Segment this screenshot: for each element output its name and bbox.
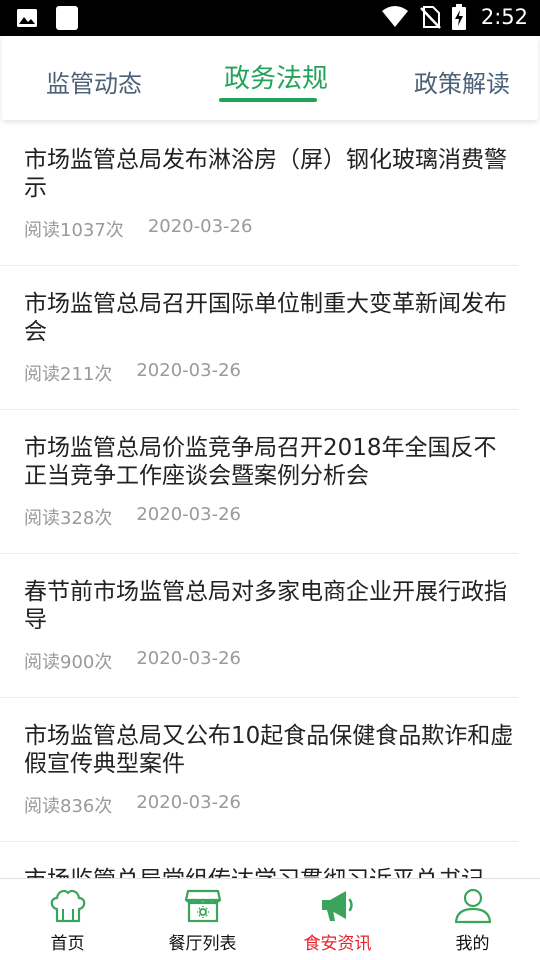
tab-government-regulations[interactable]: 政务法规 (224, 58, 328, 95)
news-meta: 阅读836次 2020-03-26 (24, 792, 241, 818)
category-tabs: 监管动态 政务法规 政策解读 (2, 36, 538, 120)
image-icon (17, 9, 37, 27)
publish-date: 2020-03-26 (136, 360, 241, 381)
status-time: 2:52 (480, 5, 528, 29)
news-title: 市场监管总局发布淋浴房（屏）钢化玻璃消费警示 (24, 147, 507, 201)
nav-food-safety-news[interactable]: 食安资讯 (270, 879, 405, 960)
news-title: 市场监管总局价监竞争局召开2018年全国反不正当竞争工作座谈会暨案例分析会 (24, 435, 497, 489)
news-meta: 阅读211次 2020-03-26 (24, 360, 241, 386)
nav-profile[interactable]: 我的 (405, 879, 540, 960)
news-title: 春节前市场监管总局对多家电商企业开展行政指导 (24, 579, 507, 633)
news-item[interactable]: 春节前市场监管总局对多家电商企业开展行政指导 阅读900次 2020-03-26 (0, 554, 540, 698)
no-sim-icon (419, 6, 441, 29)
news-title: 市场监管总局又公布10起食品保健食品欺诈和虚假宣传典型案件 (24, 723, 514, 777)
nav-label: 我的 (455, 934, 490, 954)
megaphone-icon (321, 891, 353, 921)
read-count: 阅读836次 (24, 796, 113, 817)
tab-policy-interpretation[interactable]: 政策解读 (414, 64, 510, 99)
news-list: 市场监管总局发布淋浴房（屏）钢化玻璃消费警示 阅读1037次 2020-03-2… (0, 122, 540, 878)
news-item[interactable]: 市场监管总局党组传达学习贯彻习近平总书记 (0, 842, 540, 878)
nav-home[interactable]: 首页 (0, 879, 135, 960)
read-count: 阅读211次 (24, 364, 113, 385)
chef-hat-icon (50, 889, 85, 923)
news-title: 市场监管总局召开国际单位制重大变革新闻发布会 (24, 291, 507, 345)
status-bar: 2:52 (0, 0, 540, 36)
read-count: 阅读900次 (24, 652, 113, 673)
user-icon (454, 888, 491, 924)
read-count: 阅读1037次 (24, 220, 124, 241)
read-count: 阅读328次 (24, 508, 113, 529)
publish-date: 2020-03-26 (136, 792, 241, 813)
news-item[interactable]: 市场监管总局又公布10起食品保健食品欺诈和虚假宣传典型案件 阅读836次 202… (0, 698, 540, 842)
news-meta: 阅读1037次 2020-03-26 (24, 216, 252, 242)
news-meta: 阅读900次 2020-03-26 (24, 648, 241, 674)
news-title: 市场监管总局党组传达学习贯彻习近平总书记 (24, 866, 516, 878)
nav-label: 首页 (50, 934, 85, 954)
active-tab-indicator (219, 98, 317, 102)
nav-restaurant-list[interactable]: 餐厅列表 (135, 879, 270, 960)
battery-charging-icon (451, 4, 466, 30)
publish-date: 2020-03-26 (136, 648, 241, 669)
publish-date: 2020-03-26 (147, 216, 253, 237)
nav-label: 食安资讯 (303, 934, 372, 954)
restaurant-store-icon (184, 889, 221, 923)
nav-label: 餐厅列表 (168, 934, 237, 954)
publish-date: 2020-03-26 (136, 504, 241, 525)
tab-supervision-news[interactable]: 监管动态 (46, 64, 142, 99)
news-item[interactable]: 市场监管总局召开国际单位制重大变革新闻发布会 阅读211次 2020-03-26 (0, 266, 540, 410)
news-item[interactable]: 市场监管总局发布淋浴房（屏）钢化玻璃消费警示 阅读1037次 2020-03-2… (0, 122, 540, 266)
blank-square-icon (56, 6, 78, 30)
wifi-icon (381, 6, 408, 27)
news-item[interactable]: 市场监管总局价监竞争局召开2018年全国反不正当竞争工作座谈会暨案例分析会 阅读… (0, 410, 540, 554)
news-meta: 阅读328次 2020-03-26 (24, 504, 241, 530)
bottom-nav: 首页 餐厅列表 食安资讯 我的 (0, 878, 540, 960)
